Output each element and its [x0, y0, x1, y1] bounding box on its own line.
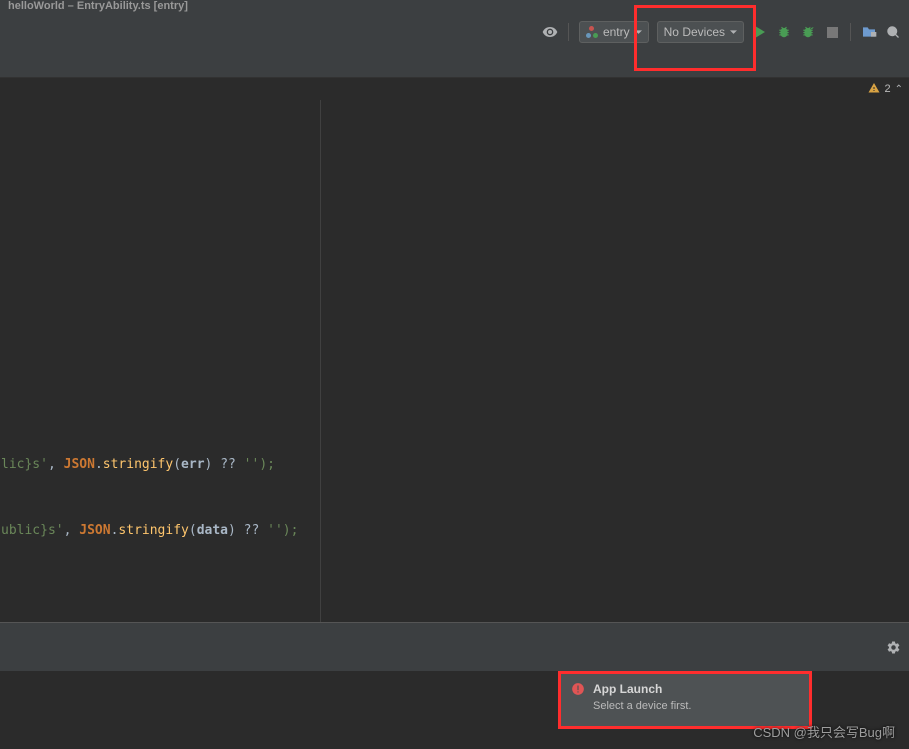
watermark: CSDN @我只会写Bug啊: [753, 722, 895, 741]
code-line: ublic}s', JSON.stringify(data) ?? '');: [1, 520, 298, 542]
editor-area: lic}s', JSON.stringify(err) ?? ''); ubli…: [0, 100, 909, 622]
devices-dropdown[interactable]: No Devices: [657, 21, 744, 43]
coverage-button[interactable]: [800, 24, 816, 40]
module-icon: [586, 26, 598, 38]
error-icon: [571, 682, 585, 718]
search-button[interactable]: [885, 24, 901, 40]
preview-icon[interactable]: [542, 24, 558, 40]
devices-label: No Devices: [664, 25, 725, 39]
chevron-down-icon: [635, 29, 642, 36]
collapse-icon[interactable]: ⌃: [895, 84, 903, 95]
editor-inspection-bar: 2 ⌃: [0, 78, 909, 100]
editor-tabbar: [0, 50, 909, 78]
run-button[interactable]: [752, 24, 768, 40]
main-toolbar: entry No Devices: [0, 14, 909, 50]
separator: [850, 23, 851, 41]
warning-icon[interactable]: [868, 82, 880, 97]
bottom-panel: [0, 623, 909, 671]
window-title: helloWorld – EntryAbility.ts [entry]: [8, 0, 188, 12]
notification-message: Select a device first.: [593, 700, 691, 712]
code-editor[interactable]: lic}s', JSON.stringify(err) ?? ''); ubli…: [1, 100, 320, 622]
separator: [568, 23, 569, 41]
code-line: lic}s', JSON.stringify(err) ?? '');: [1, 454, 275, 476]
status-area: App Launch Select a device first. CSDN @…: [0, 671, 909, 749]
chevron-down-icon: [730, 29, 737, 36]
run-config-dropdown[interactable]: entry: [579, 21, 649, 43]
run-config-label: entry: [603, 25, 630, 39]
notification-title: App Launch: [593, 682, 691, 696]
settings-button[interactable]: [885, 639, 901, 655]
notification-popup[interactable]: App Launch Select a device first.: [558, 671, 812, 729]
editor-right-pane: [320, 100, 909, 622]
window-titlebar: helloWorld – EntryAbility.ts [entry]: [0, 0, 909, 14]
stop-button[interactable]: [824, 24, 840, 40]
warning-count: 2: [884, 83, 890, 95]
stop-icon: [827, 27, 838, 38]
project-structure-button[interactable]: [861, 24, 877, 40]
debug-button[interactable]: [776, 24, 792, 40]
